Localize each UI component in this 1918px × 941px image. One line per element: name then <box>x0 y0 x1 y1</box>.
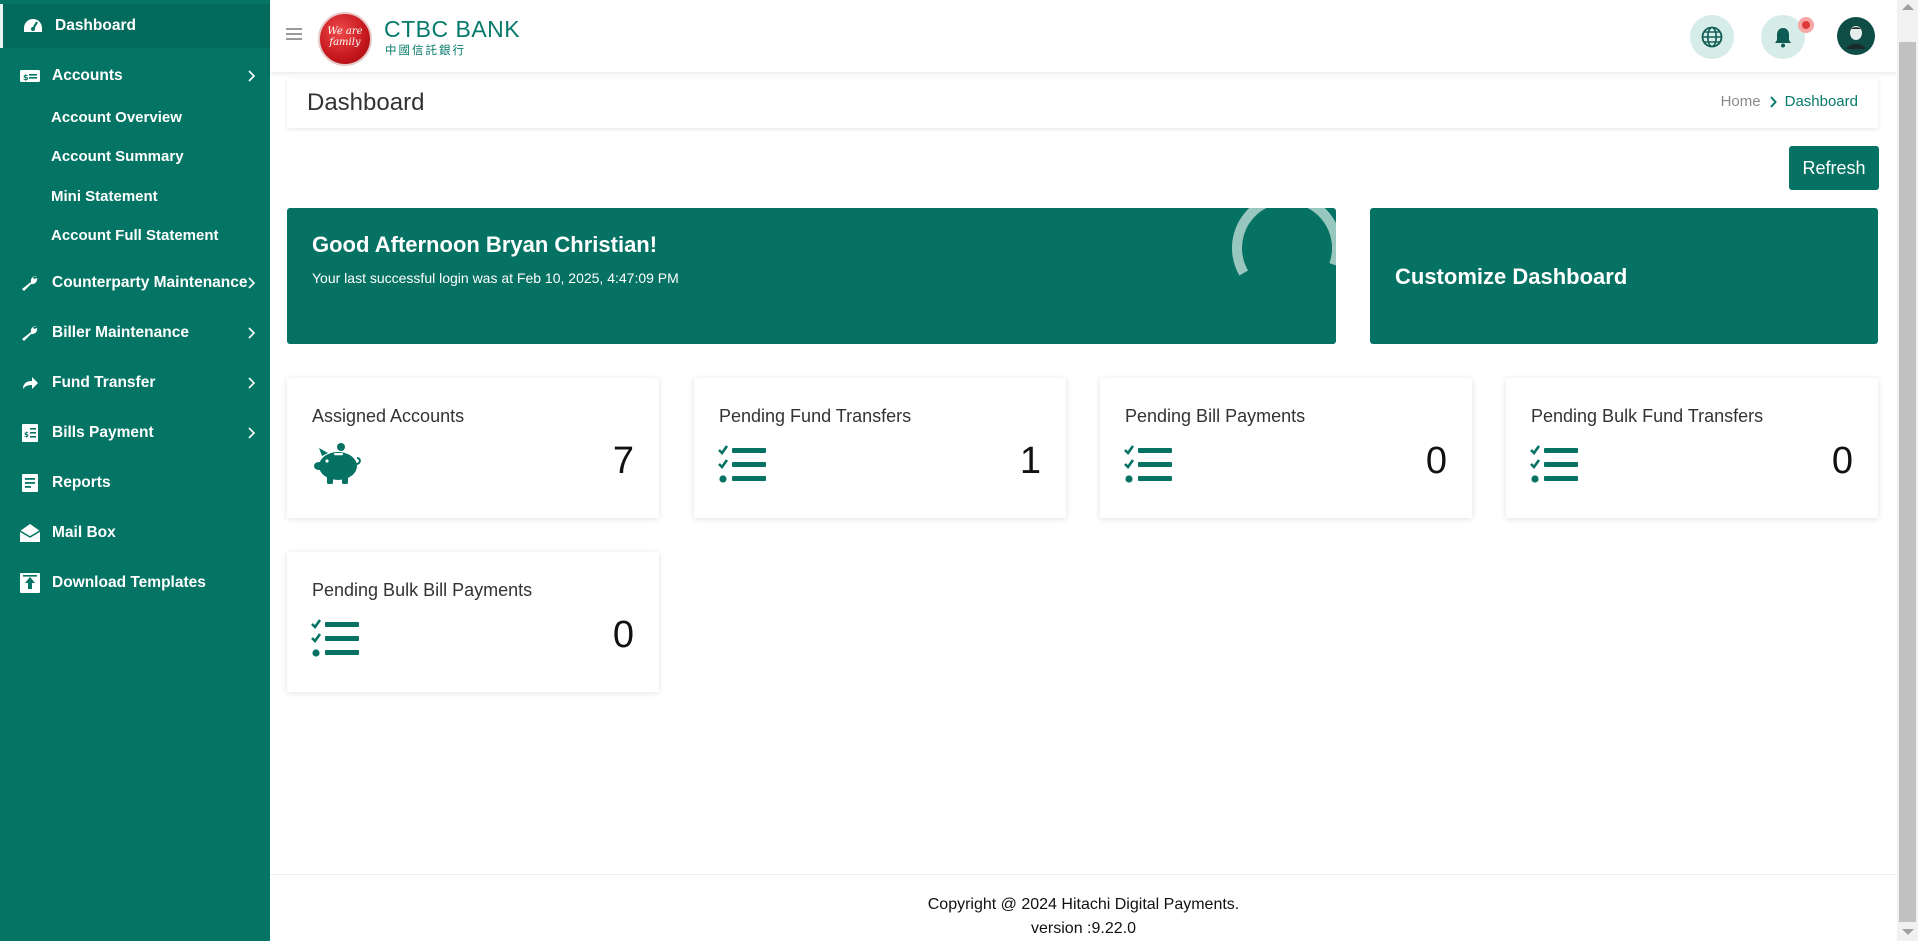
stat-value: 0 <box>1425 440 1447 482</box>
scroll-up-arrow[interactable] <box>1902 4 1914 10</box>
svg-text:$: $ <box>23 73 29 82</box>
footer-divider <box>270 874 1897 875</box>
stat-value: 7 <box>612 440 634 482</box>
chevron-right-icon <box>248 70 256 82</box>
sidebar-item-label: Reports <box>52 474 111 491</box>
sidebar-item-bills-payment[interactable]: $ Bills Payment <box>0 411 270 455</box>
sidebar-item-mail-box[interactable]: Mail Box <box>0 511 270 555</box>
chevron-right-icon <box>248 277 256 289</box>
last-login-text: Your last successful login was at Feb 10… <box>312 270 679 286</box>
sidebar-subitem-account-overview[interactable]: Account Overview <box>51 109 182 126</box>
greeting-card: Good Afternoon Bryan Christian! Your las… <box>287 208 1336 344</box>
customize-dashboard-label: Customize Dashboard <box>1395 264 1628 289</box>
sidebar-subitem-account-full-statement[interactable]: Account Full Statement <box>51 227 219 244</box>
sidebar-item-label: Dashboard <box>55 17 136 34</box>
breadcrumb-home-link[interactable]: Home <box>1721 93 1761 110</box>
scrollbar-thumb[interactable] <box>1899 42 1916 922</box>
wrench-icon <box>18 272 42 294</box>
sidebar-subitem-account-summary[interactable]: Account Summary <box>51 148 184 165</box>
share-arrow-icon <box>18 372 42 394</box>
menu-icon[interactable] <box>286 28 302 42</box>
svg-text:$: $ <box>24 431 29 439</box>
stat-card-assigned-accounts[interactable]: Assigned Accounts 7 <box>287 378 659 518</box>
notification-badge <box>1798 17 1814 33</box>
sidebar-item-label: Biller Maintenance <box>52 324 189 341</box>
checklist-icon <box>718 445 766 483</box>
refresh-button[interactable]: Refresh <box>1789 146 1879 190</box>
bell-icon <box>1775 28 1791 48</box>
stat-value: 0 <box>612 614 634 656</box>
page-title: Dashboard <box>307 89 425 116</box>
checklist-icon <box>311 619 359 657</box>
stat-title: Pending Fund Transfers <box>719 406 912 426</box>
user-avatar-icon[interactable] <box>1837 17 1875 55</box>
sidebar: Dashboard $ Accounts Account Overview Ac… <box>0 0 270 941</box>
copyright-text: Copyright @ 2024 Hitachi Digital Payment… <box>927 896 1240 913</box>
stat-card-pending-bulk-bill-payments[interactable]: Pending Bulk Bill Payments 0 <box>287 552 659 692</box>
stat-value: 0 <box>1831 440 1853 482</box>
breadcrumb-current: Dashboard <box>1784 93 1858 110</box>
money-bill-icon: $ <box>18 65 42 87</box>
stat-title: Pending Bill Payments <box>1125 406 1306 426</box>
page-header-card <box>287 78 1878 128</box>
sidebar-item-label: Fund Transfer <box>52 374 156 391</box>
checklist-icon <box>1124 445 1172 483</box>
chevron-right-icon <box>248 427 256 439</box>
stat-value: 1 <box>1019 440 1041 482</box>
chevron-right-icon <box>248 327 256 339</box>
sidebar-subitem-mini-statement[interactable]: Mini Statement <box>51 188 158 205</box>
stat-title: Pending Bulk Bill Payments <box>312 580 533 600</box>
greeting-title: Good Afternoon Bryan Christian! <box>312 232 658 257</box>
checklist-icon <box>1530 445 1578 483</box>
report-icon <box>18 472 42 494</box>
chevron-right-icon <box>248 377 256 389</box>
brand-name: CTBC BANK <box>384 16 521 42</box>
decorative-arc <box>1232 208 1336 304</box>
sidebar-item-counterparty-maintenance[interactable]: Counterparty Maintenance <box>0 261 270 305</box>
stat-card-pending-fund-transfers[interactable]: Pending Fund Transfers 1 <box>694 378 1066 518</box>
stat-title: Assigned Accounts <box>312 406 465 426</box>
sidebar-item-accounts[interactable]: $ Accounts <box>0 54 270 98</box>
brand-subtitle: 中國信託銀行 <box>385 43 466 57</box>
bill-document-icon: $ <box>18 422 42 444</box>
dashboard-gauge-icon <box>21 15 45 37</box>
sidebar-item-label: Counterparty Maintenance <box>52 274 248 291</box>
sidebar-item-label: Accounts <box>52 67 123 84</box>
sidebar-item-label: Mail Box <box>52 524 116 541</box>
piggy-bank-icon <box>314 443 361 484</box>
upload-box-icon <box>18 572 42 594</box>
globe-icon <box>1701 26 1723 48</box>
language-button[interactable] <box>1690 15 1734 59</box>
customize-dashboard-card[interactable]: Customize Dashboard <box>1370 208 1878 344</box>
logo-tagline: We are family <box>327 26 363 48</box>
sidebar-item-label: Bills Payment <box>52 424 154 441</box>
breadcrumb: Home Dashboard <box>1721 93 1858 110</box>
wrench-icon <box>18 322 42 344</box>
footer: Copyright @ 2024 Hitachi Digital Payment… <box>270 893 1897 941</box>
sidebar-item-label: Download Templates <box>52 574 206 591</box>
version-text: version :9.22.0 <box>1031 920 1136 937</box>
stat-card-pending-bulk-fund-transfers[interactable]: Pending Bulk Fund Transfers 0 <box>1506 378 1878 518</box>
envelope-open-icon <box>18 522 42 544</box>
scroll-down-arrow[interactable] <box>1902 929 1914 935</box>
sidebar-item-reports[interactable]: Reports <box>0 461 270 505</box>
sidebar-item-biller-maintenance[interactable]: Biller Maintenance <box>0 311 270 355</box>
sidebar-item-dashboard[interactable]: Dashboard <box>0 4 270 48</box>
stat-card-pending-bill-payments[interactable]: Pending Bill Payments 0 <box>1100 378 1472 518</box>
chevron-right-icon <box>1769 95 1777 108</box>
sidebar-item-fund-transfer[interactable]: Fund Transfer <box>0 361 270 405</box>
stat-title: Pending Bulk Fund Transfers <box>1531 406 1764 426</box>
sidebar-item-download-templates[interactable]: Download Templates <box>0 561 270 605</box>
